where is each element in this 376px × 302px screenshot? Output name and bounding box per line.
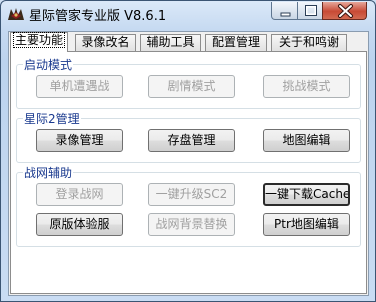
- save-management-button[interactable]: 存盘管理: [148, 129, 235, 152]
- original-test-server-button[interactable]: 原版体验服: [36, 213, 123, 236]
- sc2-management-label: 星际2管理: [23, 110, 81, 127]
- tab-strip: 主要功能 录像改名 辅助工具 配置管理 关于和鸣谢: [9, 32, 368, 52]
- app-logo-icon: [7, 6, 25, 22]
- launch-mode-label: 启动模式: [23, 56, 74, 73]
- battlenet-background-replace-button[interactable]: 战网背景替换: [148, 213, 235, 236]
- battlenet-assist-group: 战网辅助 登录战网 一键升级SC2 一键下载Cache 原版体验服 战网背景替换…: [16, 164, 361, 247]
- app-window: 星际管家专业版 V8.6.1 主要功能 录像改名 辅助工具 配置管理 关于和鸣谢…: [0, 0, 376, 302]
- challenge-mode-button[interactable]: 挑战模式: [263, 75, 350, 98]
- minimize-button[interactable]: [271, 2, 298, 20]
- maximize-icon: [305, 5, 317, 16]
- sc2-management-group: 星际2管理 录像管理 存盘管理 地图编辑: [16, 110, 361, 163]
- map-editor-button[interactable]: 地图编辑: [263, 129, 350, 152]
- campaign-mode-button[interactable]: 剧情模式: [148, 75, 235, 98]
- maximize-button[interactable]: [297, 2, 323, 20]
- close-icon: [338, 4, 353, 18]
- tab-auxiliary-tools[interactable]: 辅助工具: [140, 34, 201, 51]
- minimize-icon: [280, 12, 291, 17]
- launch-mode-group: 启动模式 单机遭遇战 剧情模式 挑战模式: [16, 56, 361, 109]
- main-functions-panel: 启动模式 单机遭遇战 剧情模式 挑战模式 星际2管理 录像管理 存盘管理 地图编…: [10, 51, 367, 294]
- tab-about-credits[interactable]: 关于和鸣谢: [271, 34, 347, 51]
- battlenet-assist-label: 战网辅助: [23, 164, 74, 181]
- ptr-map-editor-button[interactable]: Ptr地图编辑: [263, 213, 350, 236]
- client-area: 主要功能 录像改名 辅助工具 配置管理 关于和鸣谢 启动模式 单机遭遇战 剧情模…: [8, 31, 369, 296]
- replay-management-button[interactable]: 录像管理: [36, 129, 123, 152]
- download-cache-button[interactable]: 一键下载Cache: [263, 183, 350, 206]
- window-title: 星际管家专业版 V8.6.1: [29, 9, 167, 24]
- tab-replay-rename[interactable]: 录像改名: [75, 34, 136, 51]
- title-bar[interactable]: 星际管家专业版 V8.6.1: [1, 1, 375, 27]
- close-button[interactable]: [322, 2, 367, 20]
- upgrade-sc2-button[interactable]: 一键升级SC2: [148, 183, 235, 206]
- tab-config-management[interactable]: 配置管理: [205, 34, 267, 51]
- login-battlenet-button[interactable]: 登录战网: [36, 183, 123, 206]
- single-skirmish-button[interactable]: 单机遭遇战: [36, 75, 123, 98]
- tab-main-functions[interactable]: 主要功能: [10, 32, 68, 52]
